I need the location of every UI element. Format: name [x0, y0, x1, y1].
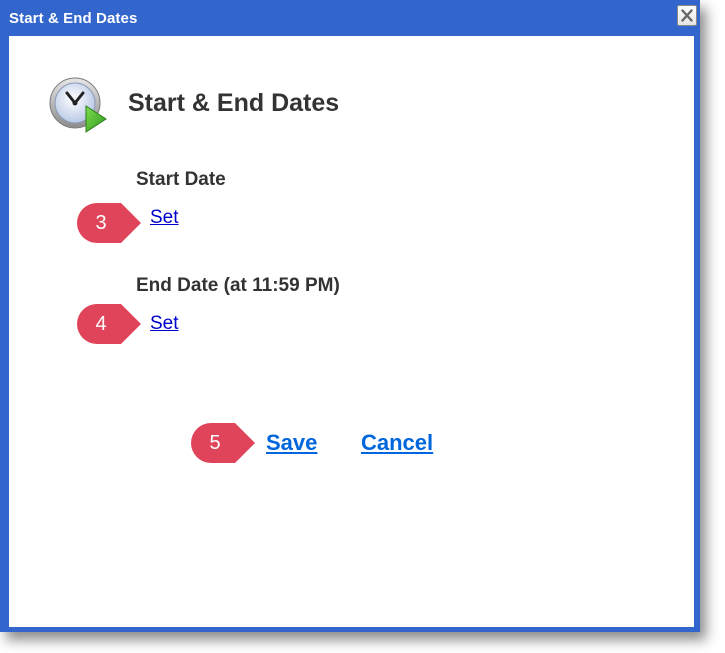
dialog-window: Start & End Dates Start & End Dates Star…	[0, 0, 700, 632]
end-date-set-link[interactable]: Set	[150, 313, 179, 335]
start-date-set-link[interactable]: Set	[150, 207, 179, 229]
end-date-label: End Date (at 11:59 PM)	[136, 275, 340, 296]
dialog-heading: Start & End Dates	[128, 89, 340, 117]
close-icon	[681, 9, 693, 22]
start-date-label: Start Date	[136, 169, 226, 190]
dialog-content: Start & End Dates Start Date 3 Set End D…	[9, 36, 694, 627]
cancel-link[interactable]: Cancel	[361, 430, 433, 456]
callout-4-number: 4	[95, 313, 107, 335]
window-title: Start & End Dates	[9, 10, 138, 27]
clock-play-icon	[49, 77, 107, 133]
close-button[interactable]	[677, 5, 697, 26]
callout-3-number: 3	[95, 212, 107, 234]
save-link[interactable]: Save	[266, 430, 317, 456]
callout-5-number: 5	[209, 432, 221, 454]
title-bar: Start & End Dates	[3, 3, 697, 33]
